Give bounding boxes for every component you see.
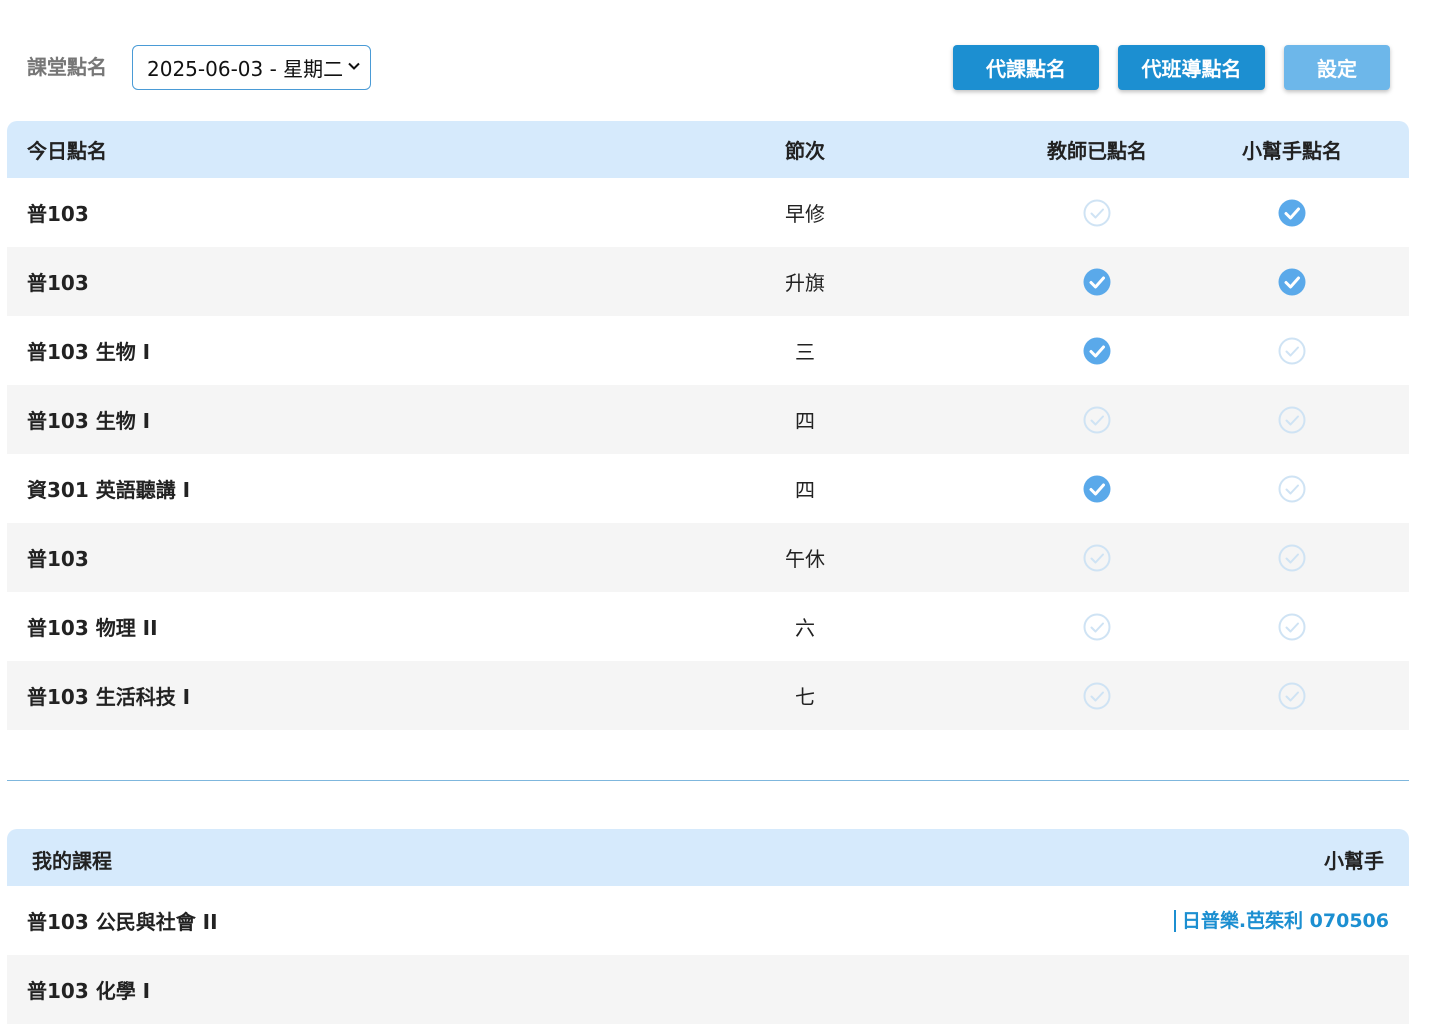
column-header-helper: 小幫手 — [1324, 849, 1384, 873]
table-row: 普103 生物 I 三 — [7, 316, 1409, 385]
check-circle-outline-icon — [1242, 613, 1342, 641]
check-circle-filled-icon — [1242, 268, 1342, 296]
course-name: 普103 物理 II — [27, 616, 158, 640]
table-row: 普103 升旗 — [7, 247, 1409, 316]
course-name: 普103 — [27, 202, 89, 226]
period-label: 三 — [795, 340, 815, 364]
settings-button[interactable]: 設定 — [1284, 45, 1390, 90]
check-circle-outline-icon — [1242, 406, 1342, 434]
course-name: 普103 化學 I — [27, 979, 151, 1003]
course-name: 資301 英語聽講 I — [27, 478, 191, 502]
table-row: 普103 午休 — [7, 523, 1409, 592]
date-select[interactable]: 2025-06-03 - 星期二 — [132, 45, 371, 90]
table-row[interactable]: 普103 化學 I — [7, 955, 1409, 1024]
column-header-name: 今日點名 — [27, 139, 107, 163]
today-rollcall-table: 今日點名 節次 教師已點名 小幫手點名 普103 早修 普103 升旗 普103 生物 … — [7, 121, 1409, 730]
course-name: 普103 — [27, 271, 89, 295]
check-circle-outline-icon — [1242, 337, 1342, 365]
substitute-homeroom-rollcall-button[interactable]: 代班導點名 — [1118, 45, 1265, 90]
section-divider — [7, 780, 1409, 781]
substitute-rollcall-button[interactable]: 代課點名 — [953, 45, 1099, 90]
my-courses-table: 我的課程 小幫手 普103 公民與社會 II 日普樂.芭茱利 070506 普103… — [7, 829, 1409, 1024]
check-circle-outline-icon — [1047, 406, 1147, 434]
check-circle-outline-icon — [1047, 199, 1147, 227]
check-circle-outline-icon — [1047, 544, 1147, 572]
course-name: 普103 生物 I — [27, 409, 151, 433]
check-circle-outline-icon — [1242, 475, 1342, 503]
period-label: 午休 — [785, 547, 825, 571]
check-circle-outline-icon — [1047, 613, 1147, 641]
table-row: 資301 英語聽講 I 四 — [7, 454, 1409, 523]
table-row: 普103 生活科技 I 七 — [7, 661, 1409, 730]
period-label: 早修 — [785, 202, 825, 226]
period-label: 四 — [795, 409, 815, 433]
toolbar: 課堂點名 2025-06-03 - 星期二 代課點名 代班導點名 設定 — [0, 0, 1429, 121]
period-label: 升旗 — [785, 271, 825, 295]
column-header-course: 我的課程 — [32, 849, 112, 873]
course-name: 普103 公民與社會 II — [27, 910, 218, 934]
course-name: 普103 生物 I — [27, 340, 151, 364]
period-label: 七 — [795, 685, 815, 709]
check-circle-filled-icon — [1047, 337, 1147, 365]
chevron-down-icon — [348, 62, 360, 70]
check-circle-filled-icon — [1047, 268, 1147, 296]
check-circle-outline-icon — [1242, 544, 1342, 572]
period-label: 六 — [795, 616, 815, 640]
course-name: 普103 生活科技 I — [27, 685, 191, 709]
table-row[interactable]: 普103 公民與社會 II 日普樂.芭茱利 070506 — [7, 886, 1409, 955]
table-header: 我的課程 小幫手 — [7, 829, 1409, 886]
check-circle-filled-icon — [1242, 199, 1342, 227]
table-row: 普103 生物 I 四 — [7, 385, 1409, 454]
column-header-period: 節次 — [785, 139, 825, 163]
check-circle-filled-icon — [1047, 475, 1147, 503]
period-label: 四 — [795, 478, 815, 502]
date-select-value: 2025-06-03 - 星期二 — [147, 57, 344, 81]
helper-name-link[interactable]: 日普樂.芭茱利 070506 — [1173, 909, 1389, 932]
table-header: 今日點名 節次 教師已點名 小幫手點名 — [7, 121, 1409, 178]
column-header-helper: 小幫手點名 — [1242, 139, 1342, 163]
column-header-teacher: 教師已點名 — [1047, 139, 1147, 163]
page-title: 課堂點名 — [27, 55, 107, 79]
check-circle-outline-icon — [1242, 682, 1342, 710]
course-name: 普103 — [27, 547, 89, 571]
table-row: 普103 早修 — [7, 178, 1409, 247]
check-circle-outline-icon — [1047, 682, 1147, 710]
table-row: 普103 物理 II 六 — [7, 592, 1409, 661]
